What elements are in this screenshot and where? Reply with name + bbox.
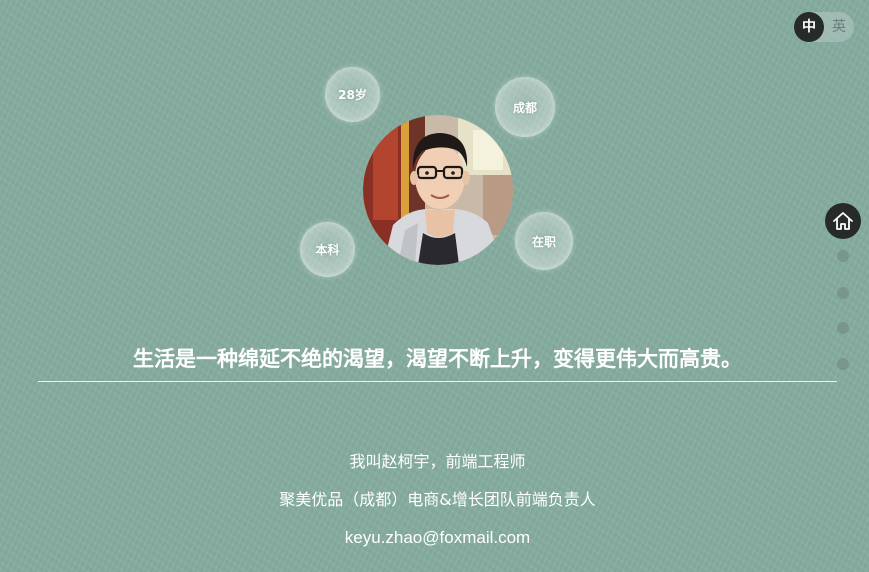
email-link[interactable]: keyu.zhao@foxmail.com — [38, 526, 837, 550]
lang-chinese-option[interactable]: 中 — [794, 12, 824, 42]
tag-degree-label: 本科 — [315, 243, 340, 257]
language-toggle[interactable]: 中 英 — [794, 12, 854, 42]
tag-age-bubble: 28岁 — [325, 67, 380, 122]
tag-city-bubble: 成都 — [495, 77, 555, 137]
nav-dot-2[interactable] — [837, 250, 849, 262]
nav-dot-3[interactable] — [837, 287, 849, 299]
lang-english-option[interactable]: 英 — [824, 12, 854, 42]
nav-dot-4[interactable] — [837, 322, 849, 334]
avatar-photo — [363, 115, 513, 265]
nav-home-button[interactable] — [825, 203, 861, 239]
intro-role-line: 聚美优品（成都）电商&增长团队前端负责人 — [279, 490, 596, 509]
motto-text: 生活是一种绵延不绝的渴望，渴望不断上升，变得更伟大而高贵。 — [133, 347, 742, 371]
tag-city-label: 成都 — [512, 100, 537, 115]
avatar — [363, 115, 513, 265]
tag-degree-bubble: 本科 — [300, 222, 355, 277]
tag-status-bubble: 在职 — [515, 212, 573, 270]
home-icon — [833, 212, 853, 230]
tag-age-label: 28岁 — [338, 88, 367, 102]
intro-name-line: 我叫赵柯宇，前端工程师 — [349, 452, 526, 471]
tag-status-label: 在职 — [531, 234, 556, 249]
divider — [38, 381, 837, 382]
nav-dot-5[interactable] — [837, 358, 849, 370]
